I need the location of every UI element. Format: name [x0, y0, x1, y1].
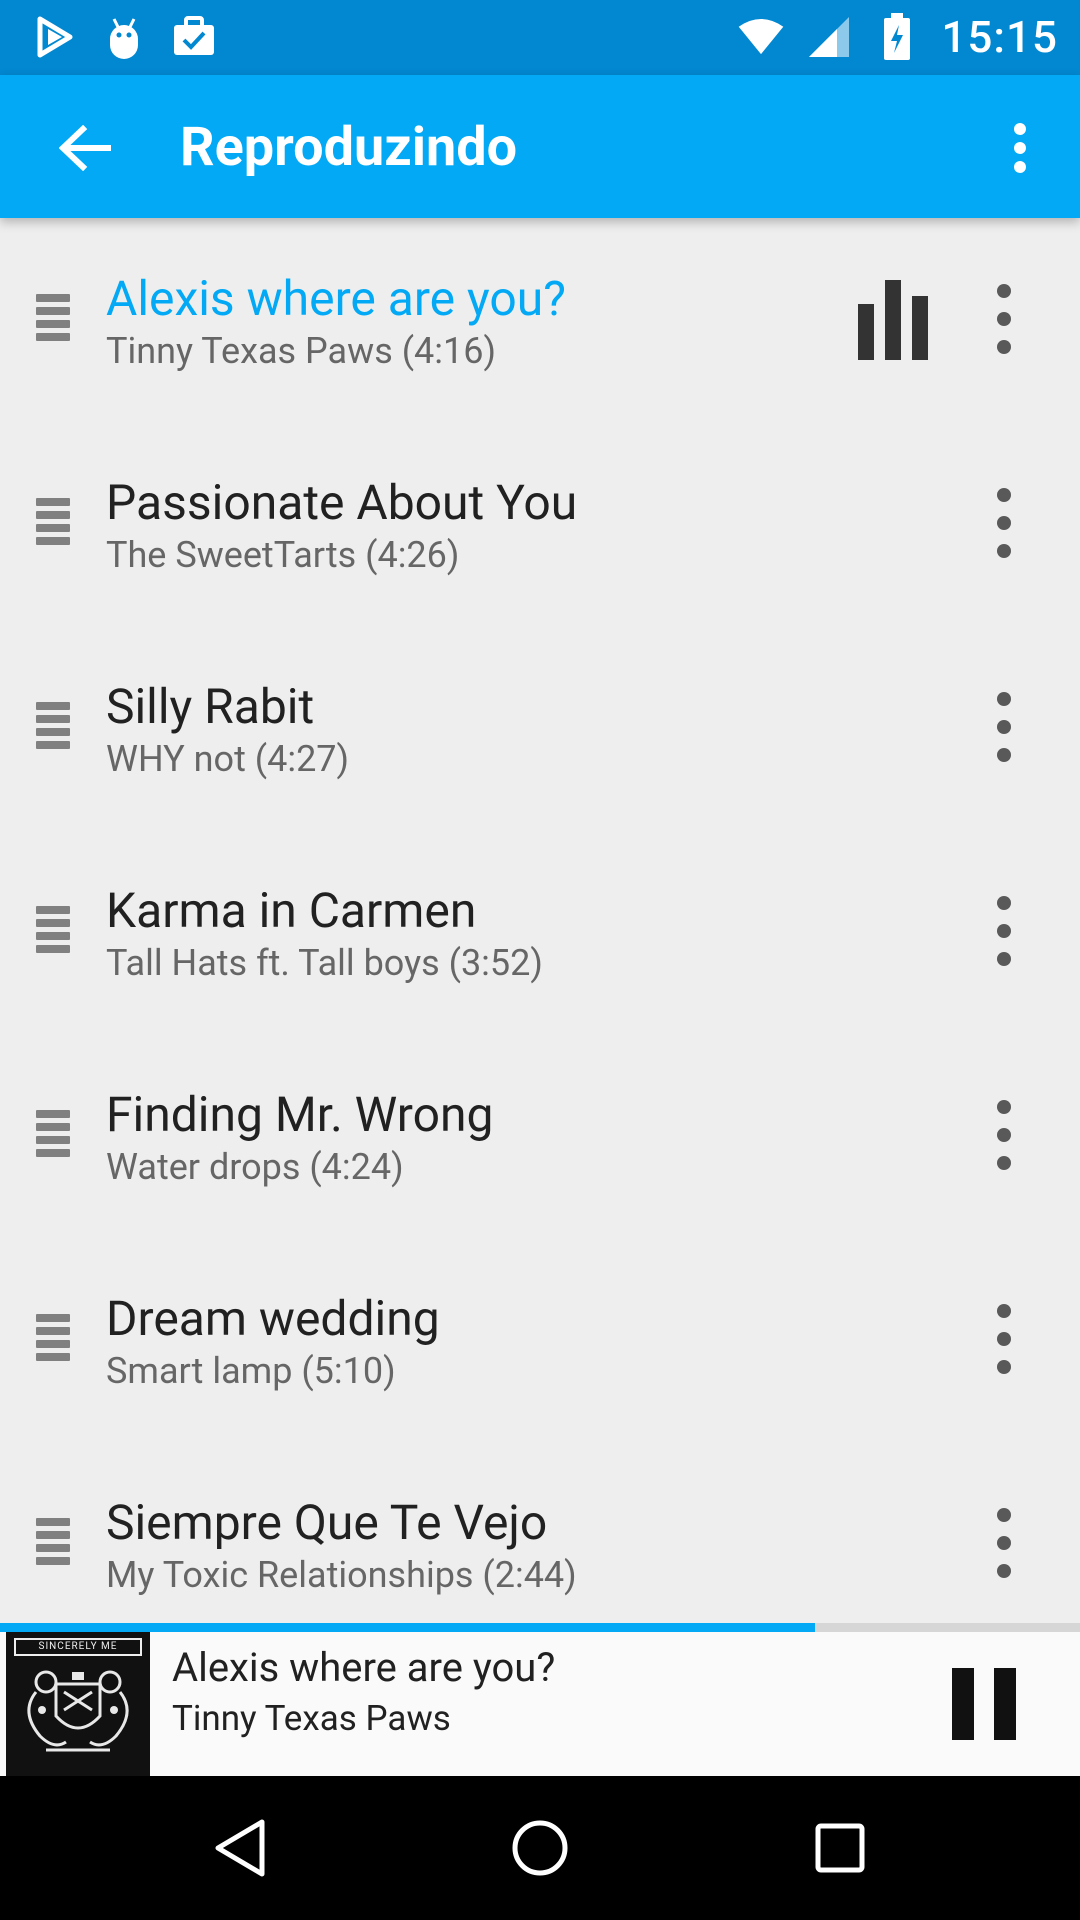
item-more-button[interactable]	[980, 488, 1028, 558]
item-more-button[interactable]	[980, 1100, 1028, 1170]
cell-signal-icon	[805, 10, 853, 64]
queue-item[interactable]: Finding Mr. Wrong Water drops (4:24)	[0, 1034, 1080, 1238]
nav-back-icon	[215, 1819, 265, 1877]
nav-home-button[interactable]	[490, 1798, 590, 1898]
track-title: Alexis where are you?	[106, 270, 566, 327]
item-more-button[interactable]	[980, 692, 1028, 762]
arrow-back-icon	[59, 125, 111, 171]
system-nav-bar	[0, 1776, 1080, 1920]
status-time: 15:15	[941, 11, 1058, 63]
queue-item[interactable]: Alexis where are you? Tinny Texas Paws (…	[0, 218, 1080, 422]
drag-handle-icon[interactable]	[36, 906, 70, 956]
track-title: Dream wedding	[106, 1290, 440, 1347]
queue-item[interactable]: Silly Rabit WHY not (4:27)	[0, 626, 1080, 830]
back-button[interactable]	[40, 113, 130, 183]
track-title: Silly Rabit	[106, 678, 315, 735]
track-subtitle: My Toxic Relationships (2:44)	[106, 1554, 577, 1596]
page-title: Reproduzindo	[180, 116, 518, 179]
drag-handle-icon[interactable]	[36, 1110, 70, 1160]
playback-progress-bar[interactable]	[0, 1623, 1080, 1632]
now-playing-title: Alexis where are you?	[172, 1644, 556, 1691]
track-subtitle: Water drops (4:24)	[106, 1146, 404, 1188]
track-title: Karma in Carmen	[106, 882, 477, 939]
pause-button[interactable]	[952, 1668, 1016, 1740]
queue-item[interactable]: Karma in Carmen Tall Hats ft. Tall boys …	[0, 830, 1080, 1034]
battery-charging-icon	[873, 10, 921, 64]
track-subtitle: WHY not (4:27)	[106, 738, 350, 780]
track-subtitle: Smart lamp (5:10)	[106, 1350, 396, 1392]
drag-handle-icon[interactable]	[36, 498, 70, 548]
app-bar: Reproduzindo	[0, 75, 1080, 218]
nav-home-icon	[512, 1820, 568, 1876]
album-art[interactable]: SINCERELY ME	[6, 1632, 150, 1776]
drag-handle-icon[interactable]	[36, 702, 70, 752]
track-subtitle: Tall Hats ft. Tall boys (3:52)	[106, 942, 543, 984]
track-subtitle: The SweetTarts (4:26)	[106, 534, 460, 576]
track-title: Passionate About You	[106, 474, 578, 531]
item-more-button[interactable]	[980, 1508, 1028, 1578]
android-debug-icon	[100, 10, 148, 64]
drag-handle-icon[interactable]	[36, 1518, 70, 1568]
equalizer-icon	[858, 280, 928, 360]
overflow-menu-button[interactable]	[980, 113, 1060, 183]
queue-item[interactable]: Siempre Que Te Vejo My Toxic Relationshi…	[0, 1442, 1080, 1623]
nav-recents-button[interactable]	[790, 1798, 890, 1898]
track-title: Siempre Que Te Vejo	[106, 1494, 548, 1551]
track-title: Finding Mr. Wrong	[106, 1086, 494, 1143]
item-more-button[interactable]	[980, 896, 1028, 966]
album-crest-icon	[27, 1670, 129, 1752]
now-playing-bar[interactable]: SINCERELY ME Alexis where are you? Tinny…	[0, 1632, 1080, 1776]
item-more-button[interactable]	[980, 284, 1028, 354]
play-store-icon	[30, 10, 78, 64]
nav-back-button[interactable]	[190, 1798, 290, 1898]
track-subtitle: Tinny Texas Paws (4:16)	[106, 330, 496, 372]
queue-item[interactable]: Dream wedding Smart lamp (5:10)	[0, 1238, 1080, 1442]
briefcase-check-icon	[170, 10, 218, 64]
queue-item[interactable]: Passionate About You The SweetTarts (4:2…	[0, 422, 1080, 626]
nav-recents-icon	[815, 1823, 865, 1873]
progress-fill	[0, 1623, 816, 1632]
drag-handle-icon[interactable]	[36, 294, 70, 344]
drag-handle-icon[interactable]	[36, 1314, 70, 1364]
wifi-icon	[737, 10, 785, 64]
status-bar: 15:15	[0, 0, 1080, 75]
more-vert-icon	[1014, 123, 1026, 173]
now-playing-artist: Tinny Texas Paws	[172, 1698, 451, 1739]
play-queue-list[interactable]: Alexis where are you? Tinny Texas Paws (…	[0, 218, 1080, 1623]
item-more-button[interactable]	[980, 1304, 1028, 1374]
